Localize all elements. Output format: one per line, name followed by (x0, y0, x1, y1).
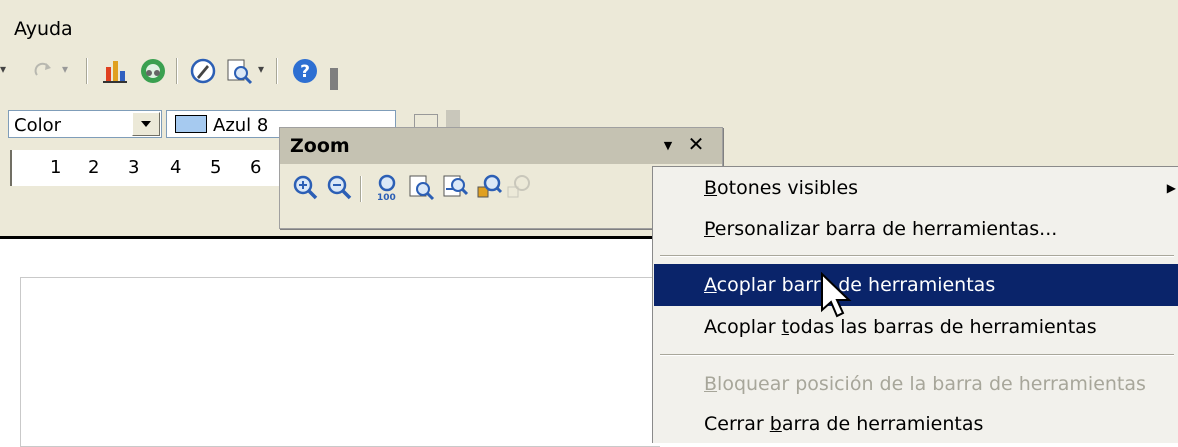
menu-item-botones-visibles[interactable]: Botones visibles ▶ (654, 167, 1178, 209)
redo-icon[interactable] (30, 56, 60, 86)
zoom-toolbar-close-button[interactable]: ✕ (684, 131, 708, 157)
menu-item-label: Botones visibles (704, 177, 859, 199)
zoom-selection-icon (504, 172, 534, 202)
area-color-swatch (175, 115, 207, 133)
menu-item-label: Cerrar barra de herramientas (704, 413, 984, 435)
redo-dropdown-icon[interactable]: ▾ (62, 62, 68, 76)
zoom-page-icon[interactable] (406, 172, 436, 202)
help-icon[interactable]: ? (290, 56, 320, 86)
menu-item-personalizar-barra[interactable]: Personalizar barra de herramientas... (654, 208, 1178, 250)
chevron-down-icon: ▼ (663, 138, 673, 152)
menu-separator (660, 255, 1174, 257)
menu-item-label: Bloquear posición de la barra de herrami… (704, 373, 1146, 395)
toolbar-separator (360, 176, 362, 202)
submenu-arrow-icon: ▶ (1166, 181, 1176, 195)
line-color-value: Color (14, 115, 61, 136)
mouse-cursor-icon (821, 272, 852, 318)
overflow-icon[interactable] (330, 68, 338, 90)
zoom-icon[interactable] (224, 56, 254, 86)
zoom-100-icon[interactable]: 100 (372, 172, 402, 202)
ruler-number: 4 (170, 157, 182, 178)
line-color-dropdown-button[interactable] (132, 112, 160, 136)
menu-item-label: Personalizar barra de herramientas... (704, 218, 1058, 240)
standard-toolbar: ▾ ▾ ▾ ? (0, 48, 470, 94)
toolbar-separator (276, 58, 278, 84)
chart-icon[interactable] (100, 56, 130, 86)
menu-item-acoplar-barra[interactable]: Acoplar barra de herramientas (654, 264, 1178, 306)
menu-separator (660, 354, 1174, 356)
zoom-optimal-icon[interactable] (474, 172, 504, 202)
menu-item-acoplar-todas[interactable]: Acoplar todas las barras de herramientas (654, 306, 1178, 348)
svg-text:100: 100 (377, 193, 396, 201)
zoom-toolbar-title: Zoom (290, 135, 350, 157)
zoom-page-width-icon[interactable] (440, 172, 470, 202)
menu-bar: Ayuda (0, 0, 1178, 46)
ruler-number: 2 (88, 157, 100, 178)
zoom-dropdown-icon[interactable]: ▾ (258, 62, 264, 76)
menu-item-label: Acoplar todas las barras de herramientas (704, 316, 1097, 338)
toolbar-separator (86, 58, 88, 84)
zoom-out-icon[interactable] (324, 172, 354, 202)
zoom-toolbar-menu-button[interactable]: ▼ (658, 134, 678, 156)
ruler-number: 5 (210, 157, 222, 178)
slide-page[interactable] (20, 277, 660, 447)
close-icon: ✕ (687, 132, 705, 156)
menu-ayuda[interactable]: Ayuda (14, 18, 73, 40)
undo-dropdown-icon[interactable]: ▾ (0, 62, 6, 76)
ruler-number: 1 (50, 157, 62, 178)
menu-item-cerrar-barra[interactable]: Cerrar barra de herramientas (654, 403, 1178, 445)
ruler-number: 3 (128, 157, 140, 178)
navigator-icon[interactable] (138, 56, 168, 86)
toolbar-separator (176, 58, 178, 84)
zoom-in-icon[interactable] (290, 172, 320, 202)
menu-item-bloquear-posicion: Bloquear posición de la barra de herrami… (654, 363, 1178, 405)
ruler-number: 6 (250, 157, 262, 178)
svg-text:?: ? (300, 62, 310, 82)
draw-icon[interactable] (188, 56, 218, 86)
area-color-value: Azul 8 (213, 115, 269, 136)
